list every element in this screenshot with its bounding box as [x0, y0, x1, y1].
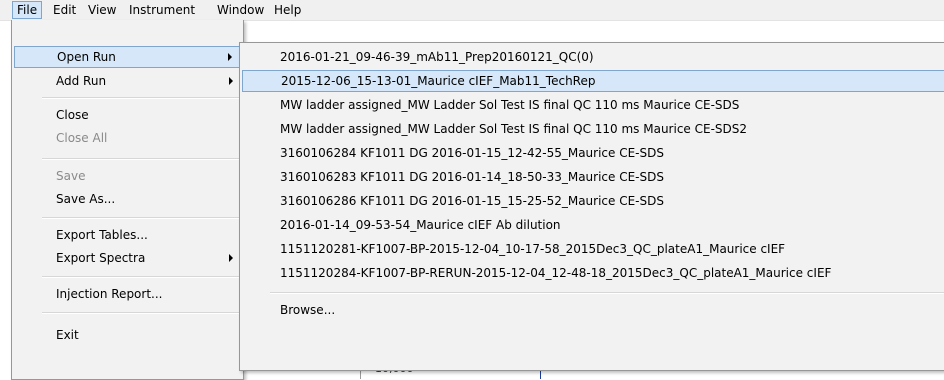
- menu-item-label: Exit: [56, 328, 79, 342]
- recent-run-item[interactable]: MW ladder assigned_MW Ladder Sol Test IS…: [242, 94, 944, 116]
- recent-run-item[interactable]: 2016-01-14_09-53-54_Maurice cIEF Ab dilu…: [242, 214, 944, 236]
- menu-separator: [42, 97, 239, 99]
- menu-item-label: Export Tables...: [56, 228, 148, 242]
- menu-item-save-as[interactable]: Save As...: [14, 188, 241, 210]
- menu-item-save[interactable]: Save: [14, 165, 241, 187]
- menu-view[interactable]: View: [84, 2, 120, 18]
- menu-item-export-spectra[interactable]: Export Spectra: [14, 247, 241, 269]
- menu-item-label: Save As...: [56, 192, 116, 206]
- menu-item-label: Injection Report...: [56, 287, 163, 301]
- menu-item-close[interactable]: Close: [14, 104, 241, 126]
- menu-edit[interactable]: Edit: [49, 2, 80, 18]
- recent-run-item[interactable]: 2016-01-21_09-46-39_mAb11_Prep20160121_Q…: [242, 46, 944, 68]
- browse-button[interactable]: Browse...: [242, 299, 944, 321]
- open-run-submenu: 2016-01-21_09-46-39_mAb11_Prep20160121_Q…: [239, 42, 944, 371]
- recent-run-item[interactable]: MW ladder assigned_MW Ladder Sol Test IS…: [242, 118, 944, 140]
- menu-item-label: Close All: [56, 131, 108, 145]
- recent-run-item[interactable]: 3160106284 KF1011 DG 2016-01-15_12-42-55…: [242, 142, 944, 164]
- menu-instrument[interactable]: Instrument: [125, 2, 199, 18]
- menu-item-exit[interactable]: Exit: [14, 324, 241, 346]
- menu-file[interactable]: File: [12, 1, 43, 19]
- submenu-arrow-icon: [229, 77, 233, 85]
- menu-item-label: Save: [56, 169, 86, 183]
- recent-run-item[interactable]: 1151120281-KF1007-BP-2015-12-04_10-17-58…: [242, 238, 944, 260]
- menu-bar: File Edit View Instrument Window Help: [0, 0, 944, 21]
- menu-item-label: Open Run: [57, 50, 116, 64]
- menu-window[interactable]: Window: [213, 2, 268, 18]
- recent-run-item[interactable]: 1151120284-KF1007-BP-RERUN-2015-12-04_12…: [242, 262, 944, 284]
- menu-item-open-run[interactable]: Open Run: [14, 46, 241, 68]
- recent-run-item[interactable]: 3160106286 KF1011 DG 2016-01-15_15-25-52…: [242, 190, 944, 212]
- menu-item-label: Add Run: [56, 74, 107, 88]
- file-menu: Open Run Add Run Close Close All Save Sa…: [11, 20, 244, 380]
- menu-item-label: Close: [56, 108, 89, 122]
- menu-separator: [270, 292, 944, 294]
- menu-separator: [42, 158, 239, 160]
- menu-separator: [42, 217, 239, 219]
- menu-help[interactable]: Help: [270, 2, 305, 18]
- menu-separator: [42, 276, 239, 278]
- menu-item-add-run[interactable]: Add Run: [14, 70, 241, 92]
- submenu-arrow-icon: [228, 53, 232, 61]
- menu-separator: [42, 312, 239, 314]
- menu-item-label: Export Spectra: [56, 251, 146, 265]
- menu-item-injection-report[interactable]: Injection Report...: [14, 283, 241, 305]
- recent-run-item[interactable]: 2015-12-06_15-13-01_Maurice cIEF_Mab11_T…: [242, 70, 944, 92]
- submenu-arrow-icon: [229, 254, 233, 262]
- recent-run-item[interactable]: 3160106283 KF1011 DG 2016-01-14_18-50-33…: [242, 166, 944, 188]
- menu-item-close-all[interactable]: Close All: [14, 127, 241, 149]
- menu-item-export-tables[interactable]: Export Tables...: [14, 224, 241, 246]
